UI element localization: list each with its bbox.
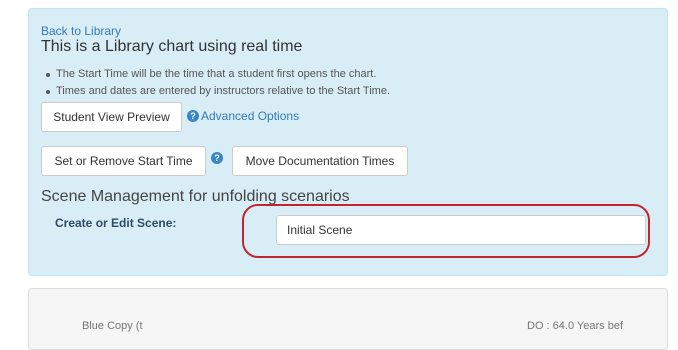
page-title: This is a Library chart using real time [41, 38, 303, 55]
list-item: The Start Time will be the time that a s… [45, 66, 390, 83]
advanced-options-link[interactable]: Advanced Options [201, 109, 299, 123]
patient-age-fragment: DO : 64.0 Years bef [527, 320, 624, 332]
patient-name-fragment: Blue Copy (t [82, 320, 143, 332]
help-icon[interactable]: ? [187, 110, 199, 122]
create-edit-scene-label: Create or Edit Scene: [55, 216, 177, 230]
back-to-library-link[interactable]: Back to Library [41, 24, 121, 38]
help-icon[interactable]: ? [211, 152, 223, 164]
notes-list: The Start Time will be the time that a s… [45, 66, 390, 100]
scene-select[interactable]: Initial Scene [276, 215, 646, 245]
move-documentation-times-button[interactable]: Move Documentation Times [232, 146, 408, 176]
list-item: Times and dates are entered by instructo… [45, 83, 390, 100]
scene-management-heading: Scene Management for unfolding scenarios [41, 188, 350, 205]
student-view-preview-button[interactable]: Student View Preview [41, 102, 182, 132]
set-remove-start-time-button[interactable]: Set or Remove Start Time [41, 146, 206, 176]
patient-banner-panel [28, 288, 668, 350]
